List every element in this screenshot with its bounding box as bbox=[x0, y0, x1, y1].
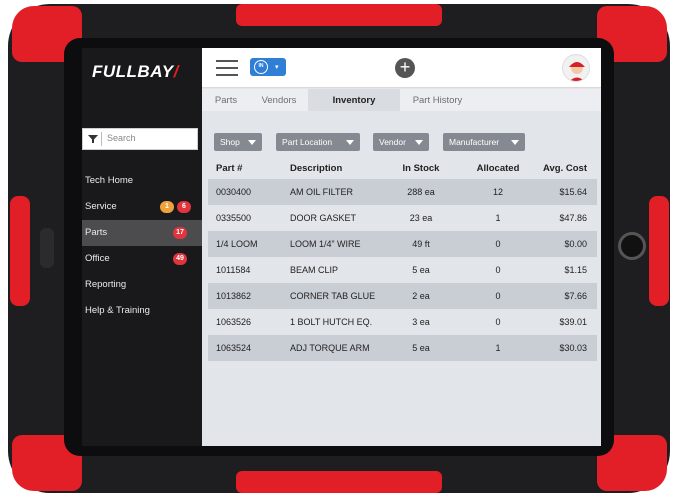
description-cell: DOOR GASKET bbox=[290, 213, 357, 223]
search-placeholder: Search bbox=[107, 133, 136, 143]
table-row[interactable]: 1/4 LOOM LOOM 1/4” WIRE 49 ft 0 $0.00 bbox=[208, 231, 597, 257]
case-bumper bbox=[236, 471, 442, 493]
allocated-cell: 0 bbox=[495, 291, 501, 301]
description-cell: CORNER TAB GLUE bbox=[290, 291, 376, 301]
description-cell: ADJ TORQUE ARM bbox=[290, 343, 370, 353]
inventory-content: Shop Part Location Vendor Manufacturer P… bbox=[202, 111, 601, 446]
sidebar: FULLBAY/ Search Tech Home Service 1 6 Pa… bbox=[82, 48, 202, 446]
case-bumper bbox=[649, 196, 669, 306]
part-location-filter-dropdown[interactable]: Part Location bbox=[276, 133, 360, 151]
menu-icon[interactable] bbox=[216, 60, 238, 76]
top-bar: IN ▾ + bbox=[202, 48, 601, 88]
avg-cost-cell: $1.15 bbox=[564, 265, 587, 275]
table-row[interactable]: 1011584 BEAM CLIP 5 ea 0 $1.15 bbox=[208, 257, 597, 283]
service-alert-badge: 6 bbox=[177, 201, 191, 213]
chevron-down-icon bbox=[511, 140, 519, 145]
table-row[interactable]: 0030400 AM OIL FILTER 288 ea 12 $15.64 bbox=[208, 179, 597, 205]
description-cell: AM OIL FILTER bbox=[290, 187, 354, 197]
part-number-cell: 1013862 bbox=[216, 291, 252, 301]
avatar[interactable] bbox=[562, 54, 590, 82]
chevron-down-icon bbox=[248, 140, 256, 145]
parts-badge: 17 bbox=[173, 227, 187, 239]
app-screen: FULLBAY/ Search Tech Home Service 1 6 Pa… bbox=[82, 48, 601, 446]
part-number-cell: 0030400 bbox=[216, 187, 252, 197]
part-number-cell: 1/4 LOOM bbox=[216, 239, 258, 249]
avg-cost-cell: $30.03 bbox=[559, 343, 587, 353]
sidebar-item-reporting[interactable]: Reporting bbox=[82, 272, 202, 298]
in-stock-cell: 288 ea bbox=[407, 187, 435, 197]
avg-cost-cell: $15.64 bbox=[559, 187, 587, 197]
home-button[interactable] bbox=[618, 232, 646, 260]
column-header-description[interactable]: Description bbox=[290, 163, 342, 174]
chevron-down-icon bbox=[346, 140, 354, 145]
office-badge: 49 bbox=[173, 253, 187, 265]
column-header-part-number[interactable]: Part # bbox=[216, 163, 242, 174]
avg-cost-cell: $7.66 bbox=[564, 291, 587, 301]
tab-parts[interactable]: Parts bbox=[202, 89, 250, 111]
table-row[interactable]: 1063524 ADJ TORQUE ARM 5 ea 1 $30.03 bbox=[208, 335, 597, 361]
sidebar-item-help-training[interactable]: Help & Training bbox=[82, 298, 202, 324]
main-panel: IN ▾ + Parts Vendors Inventory Part Hist… bbox=[202, 48, 601, 446]
table-row[interactable]: 1063526 1 BOLT HUTCH EQ. 3 ea 0 $39.01 bbox=[208, 309, 597, 335]
in-stock-cell: 2 ea bbox=[412, 291, 430, 301]
part-number-cell: 1011584 bbox=[216, 265, 251, 275]
in-stock-cell: 23 ea bbox=[409, 213, 433, 223]
description-cell: BEAM CLIP bbox=[290, 265, 339, 275]
column-header-avg-cost[interactable]: Avg. Cost bbox=[532, 163, 587, 174]
add-icon[interactable]: + bbox=[395, 58, 415, 78]
table-row[interactable]: 0335500 DOOR GASKET 23 ea 1 $47.86 bbox=[208, 205, 597, 231]
part-number-cell: 0335500 bbox=[216, 213, 252, 223]
tab-part-history[interactable]: Part History bbox=[400, 89, 475, 111]
column-header-in-stock[interactable]: In Stock bbox=[396, 163, 446, 174]
tab-inventory[interactable]: Inventory bbox=[308, 89, 400, 111]
chevron-down-icon: ▾ bbox=[275, 64, 279, 71]
tab-vendors[interactable]: Vendors bbox=[250, 89, 308, 111]
column-header-allocated[interactable]: Allocated bbox=[470, 163, 526, 174]
allocated-cell: 0 bbox=[495, 317, 501, 327]
sidebar-item-tech-home[interactable]: Tech Home bbox=[82, 168, 202, 194]
clock-icon: IN bbox=[254, 60, 268, 74]
avg-cost-cell: $0.00 bbox=[564, 239, 587, 249]
vendor-filter-dropdown[interactable]: Vendor bbox=[373, 133, 429, 151]
in-stock-cell: 5 ea bbox=[412, 343, 430, 353]
tab-bar: Parts Vendors Inventory Part History bbox=[202, 89, 601, 111]
avg-cost-cell: $47.86 bbox=[559, 213, 587, 223]
sidebar-item-service[interactable]: Service 1 6 bbox=[82, 194, 202, 220]
avg-cost-cell: $39.01 bbox=[559, 317, 587, 327]
fullbay-logo: FULLBAY/ bbox=[92, 62, 179, 81]
case-bumper bbox=[236, 4, 442, 26]
manufacturer-filter-dropdown[interactable]: Manufacturer bbox=[443, 133, 525, 151]
in-stock-cell: 3 ea bbox=[412, 317, 430, 327]
description-cell: 1 BOLT HUTCH EQ. bbox=[290, 317, 373, 327]
allocated-cell: 1 bbox=[495, 213, 501, 223]
allocated-cell: 1 bbox=[495, 343, 501, 353]
allocated-cell: 0 bbox=[495, 239, 501, 249]
case-bumper bbox=[10, 196, 30, 306]
table-row[interactable]: 1013862 CORNER TAB GLUE 2 ea 0 $7.66 bbox=[208, 283, 597, 309]
allocated-cell: 12 bbox=[492, 187, 503, 197]
clock-in-button[interactable]: IN ▾ bbox=[250, 58, 286, 76]
in-stock-cell: 49 ft bbox=[412, 239, 430, 249]
in-stock-cell: 5 ea bbox=[412, 265, 430, 275]
case-port bbox=[40, 228, 54, 268]
shop-filter-dropdown[interactable]: Shop bbox=[214, 133, 262, 151]
part-number-cell: 1063526 bbox=[216, 317, 252, 327]
filter-icon[interactable] bbox=[87, 133, 99, 145]
sidebar-item-office[interactable]: Office 49 bbox=[82, 246, 202, 272]
service-count-badge: 1 bbox=[160, 201, 174, 213]
sidebar-item-parts[interactable]: Parts 17 bbox=[82, 220, 202, 246]
user-avatar-icon bbox=[569, 62, 585, 81]
chevron-down-icon bbox=[415, 140, 423, 145]
description-cell: LOOM 1/4” WIRE bbox=[290, 239, 361, 249]
search-input[interactable]: Search bbox=[82, 128, 198, 150]
part-number-cell: 1063524 bbox=[216, 343, 252, 353]
allocated-cell: 0 bbox=[495, 265, 501, 275]
